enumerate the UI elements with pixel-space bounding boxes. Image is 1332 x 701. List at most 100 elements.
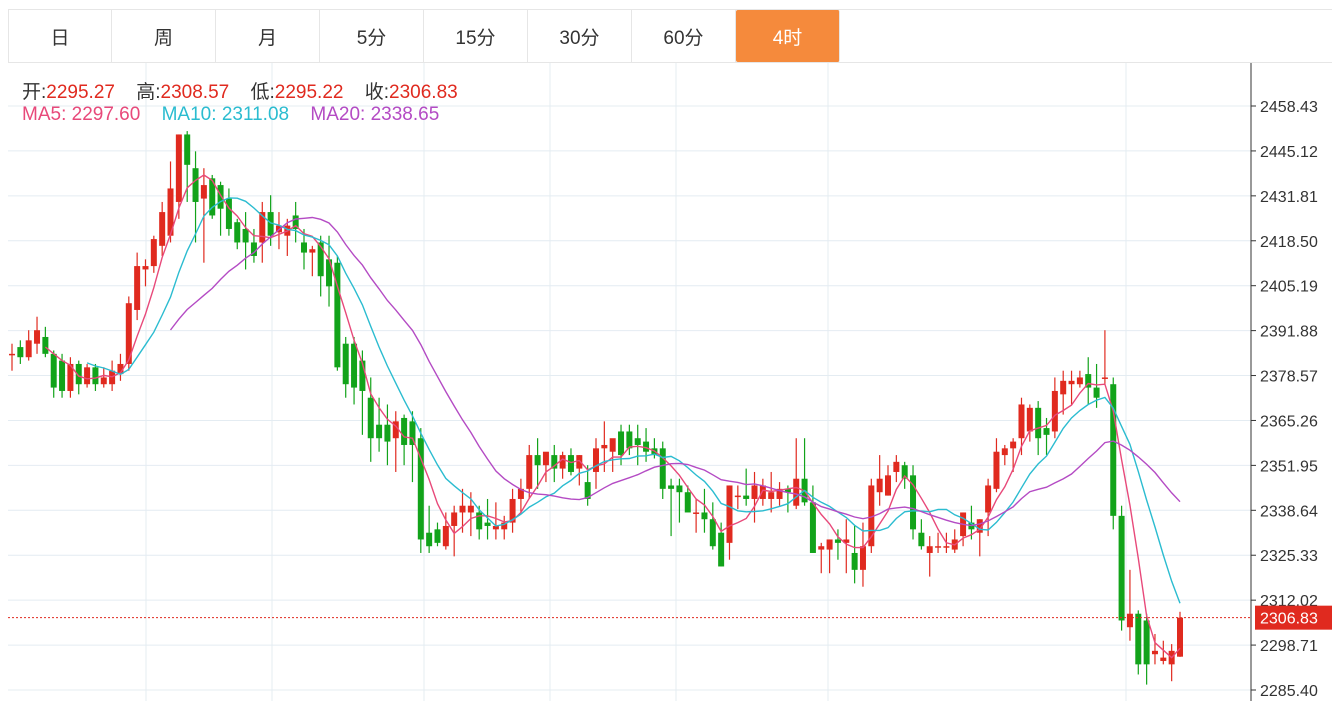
candle-body xyxy=(134,266,141,310)
close-label: 收: xyxy=(364,82,390,103)
candle-body xyxy=(476,512,483,530)
candle-body xyxy=(1043,428,1050,435)
candle-body xyxy=(1060,380,1067,395)
ma-readout: MA5: 2297.60 MA10: 2311.08 MA20: 2338.65 xyxy=(22,104,439,126)
candle-body xyxy=(1068,380,1075,385)
candle-body xyxy=(818,546,825,550)
candle-body xyxy=(1118,515,1125,621)
price-tick-label: 2458.43 xyxy=(1260,99,1318,116)
candle-body xyxy=(342,343,349,385)
candle-body xyxy=(834,539,841,543)
candle-body xyxy=(1135,613,1142,665)
candle-body xyxy=(351,343,358,388)
candle-body xyxy=(743,495,750,499)
candle-body xyxy=(709,519,716,547)
candle-body xyxy=(567,455,574,472)
ma5-label: MA5: xyxy=(22,104,67,125)
candle-body xyxy=(1093,387,1100,398)
candle-body xyxy=(718,532,725,567)
candle-body xyxy=(1010,441,1017,449)
candle-body xyxy=(943,546,950,548)
candle-body xyxy=(459,505,466,513)
candle-body xyxy=(376,424,383,439)
last-price-label: 2306.83 xyxy=(1260,611,1318,628)
candle-body xyxy=(759,485,766,499)
candle-body xyxy=(442,525,449,547)
candle-body xyxy=(184,134,191,165)
candle-body xyxy=(634,438,641,445)
price-tick-label: 2365.26 xyxy=(1260,413,1318,430)
candle-body xyxy=(1143,620,1150,665)
ma5-line xyxy=(44,174,1181,659)
candle-body xyxy=(626,431,633,449)
candle-body xyxy=(926,546,933,553)
candle-body xyxy=(451,512,458,526)
low-value: 2295.22 xyxy=(274,82,344,103)
price-tick-label: 2391.88 xyxy=(1260,324,1318,341)
candle-body xyxy=(217,185,224,209)
candle-body xyxy=(601,444,608,449)
candle-body xyxy=(726,485,733,543)
candle-body xyxy=(676,485,683,493)
candle-body xyxy=(559,455,566,469)
candle-body xyxy=(542,451,549,466)
candle-body xyxy=(668,485,675,489)
ma20-readout: MA20: 2338.65 xyxy=(310,104,439,125)
candle-body xyxy=(467,505,474,513)
candle-body xyxy=(100,377,107,385)
candle-body xyxy=(768,492,775,499)
candle-body xyxy=(534,455,541,466)
candle-body xyxy=(734,495,741,498)
candle-body xyxy=(826,539,833,550)
candle-body xyxy=(985,485,992,513)
price-tick-label: 2431.81 xyxy=(1260,189,1318,206)
candle-body xyxy=(893,461,900,472)
candle-body xyxy=(225,198,232,229)
candle-body xyxy=(684,492,691,513)
candle-body xyxy=(175,134,182,202)
candle-body xyxy=(859,546,866,570)
price-tick-label: 2378.57 xyxy=(1260,369,1318,386)
open-value: 2295.27 xyxy=(46,82,115,103)
ma20-label: MA20: xyxy=(310,104,366,125)
candle-body xyxy=(851,552,858,570)
candle-body xyxy=(809,502,816,553)
candle-body xyxy=(92,367,99,385)
ma5-readout: MA5: 2297.60 xyxy=(22,104,140,125)
ma5-value: 2297.60 xyxy=(71,104,141,125)
ma10-readout: MA10: 2311.08 xyxy=(162,104,289,125)
candle-body xyxy=(659,448,666,489)
candle-body xyxy=(618,431,625,456)
candle-body xyxy=(1151,650,1158,655)
ma10-label: MA10: xyxy=(161,104,217,125)
candle-body xyxy=(993,451,1000,489)
ma10-value: 2311.08 xyxy=(221,104,290,125)
candle-body xyxy=(609,438,616,452)
candle-body xyxy=(701,512,708,520)
price-tick-label: 2285.40 xyxy=(1260,683,1318,700)
candle-body xyxy=(401,417,408,445)
candle-body xyxy=(384,424,391,442)
high-label: 高: xyxy=(136,82,161,103)
candle-body xyxy=(918,532,925,547)
price-tick-label: 2338.64 xyxy=(1260,503,1318,520)
candle-body xyxy=(1051,390,1058,432)
candle-body xyxy=(50,353,57,388)
candle-body xyxy=(751,485,758,499)
candle-body xyxy=(885,475,891,496)
price-tick-label: 2298.71 xyxy=(1260,638,1318,655)
low-label: 低: xyxy=(250,82,275,103)
candle-body xyxy=(1160,657,1167,661)
ohlc-readout: 开:2295.27 高:2308.57 低:2295.22 收:2306.83 xyxy=(22,77,474,104)
ma20-value: 2338.65 xyxy=(370,104,440,125)
candle-body xyxy=(9,353,15,356)
candle-body xyxy=(1126,613,1133,628)
candle-body xyxy=(59,360,66,391)
candle-body xyxy=(593,448,599,472)
open-label: 开: xyxy=(22,82,47,103)
candle-body xyxy=(309,249,316,253)
ma10-line xyxy=(86,197,1181,604)
candle-body xyxy=(426,532,433,547)
candle-body xyxy=(192,168,199,202)
candle-body xyxy=(526,455,533,489)
